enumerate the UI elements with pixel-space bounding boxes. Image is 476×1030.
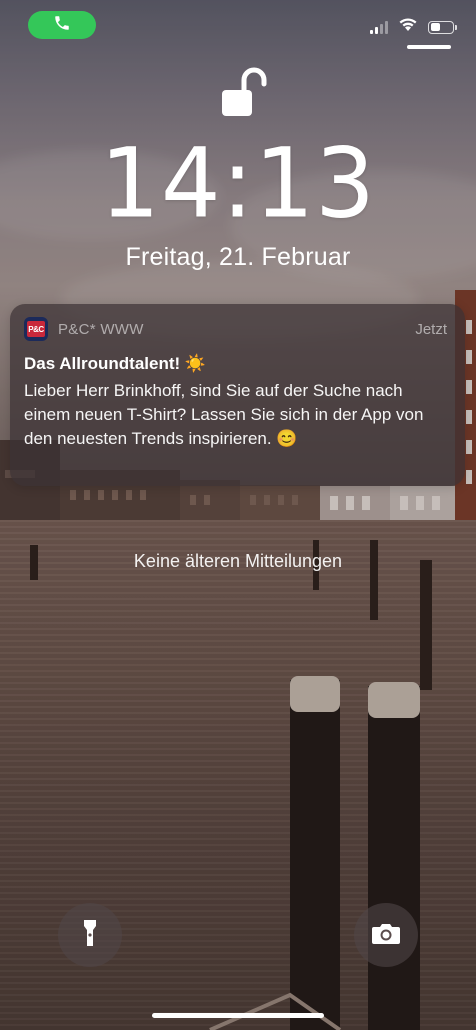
cellular-signal-icon [370,20,388,34]
app-logo-text: P&C [27,321,45,337]
lock-screen-date: Freitag, 21. Februar [125,243,351,271]
battery-icon [428,20,457,34]
notification-body: Lieber Herr Brinkhoff, sind Sie auf der … [24,381,424,448]
flashlight-icon [83,918,97,953]
camera-button[interactable] [354,903,418,967]
phone-icon [53,14,71,37]
home-indicator[interactable] [152,1013,324,1018]
flashlight-button[interactable] [58,903,122,967]
status-icons [370,17,457,37]
notification-card[interactable]: P&C P&C* WWW Jetzt Das Allroundtalent! ☀… [10,304,465,486]
app-logo-icon: P&C [24,317,48,341]
wifi-icon [398,17,418,37]
battery-level [430,23,440,31]
no-older-notifications-label: Keine älteren Mitteilungen [133,551,343,571]
lock-screen-time: 14:13 [100,128,376,241]
control-center-indicator[interactable] [407,45,451,49]
notification-time: Jetzt [415,321,447,338]
camera-icon [371,921,401,950]
notification-title: Das Allroundtalent! ☀️ [24,354,207,373]
unlocked-padlock-icon [218,66,270,123]
ongoing-call-pill[interactable] [28,11,96,39]
notification-app-name: P&C* WWW [58,321,144,338]
notification-header: P&C P&C* WWW Jetzt [24,317,447,343]
